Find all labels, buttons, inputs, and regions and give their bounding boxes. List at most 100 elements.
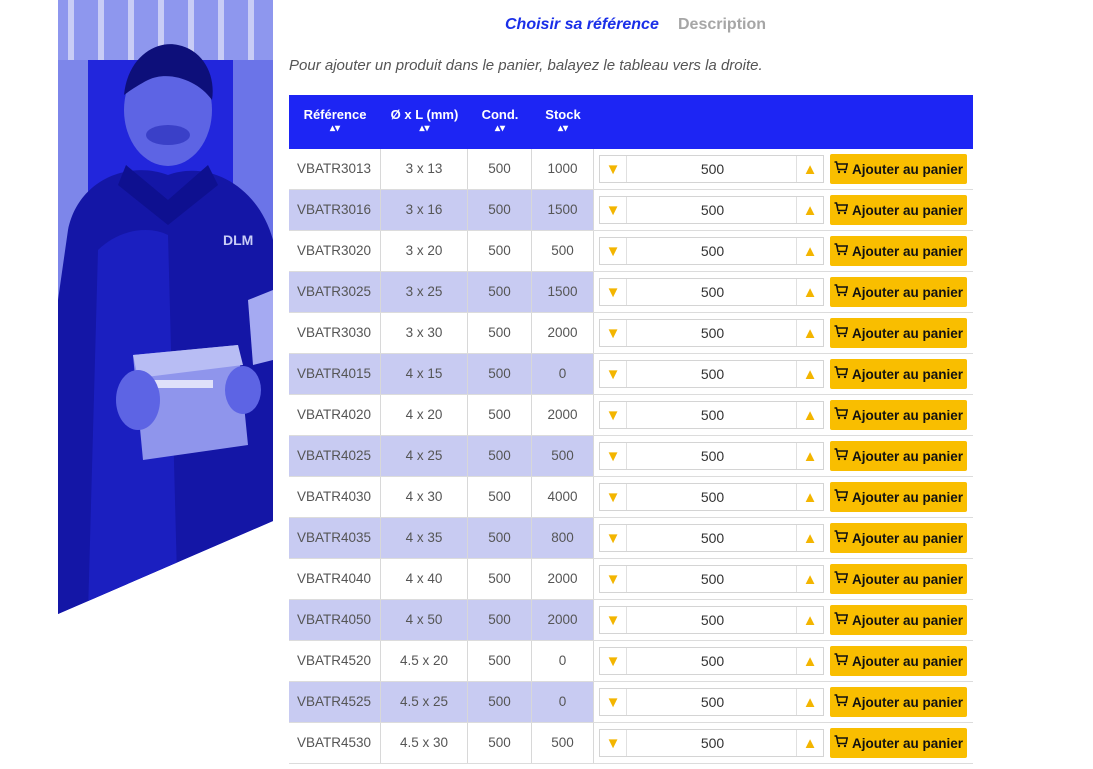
quantity-input[interactable] — [627, 730, 798, 756]
cell-actions: ▼▲Ajouter au panier — [594, 149, 973, 189]
quantity-stepper: ▼▲ — [599, 524, 824, 552]
quantity-input[interactable] — [627, 689, 798, 715]
add-to-cart-button[interactable]: Ajouter au panier — [830, 564, 967, 594]
cell-reference: VBATR3025 — [289, 272, 381, 312]
cart-icon — [834, 202, 852, 218]
add-to-cart-button[interactable]: Ajouter au panier — [830, 687, 967, 717]
quantity-input[interactable] — [627, 320, 798, 346]
sort-icon[interactable]: ▴▾ — [468, 123, 532, 134]
header-reference-label: Référence — [303, 107, 367, 122]
quantity-input[interactable] — [627, 484, 798, 510]
add-to-cart-button[interactable]: Ajouter au panier — [830, 523, 967, 553]
decrement-button[interactable]: ▼ — [600, 156, 627, 182]
quantity-input[interactable] — [627, 525, 798, 551]
table-row: VBATR40404 x 405002000▼▲Ajouter au panie… — [289, 559, 973, 600]
table-row: VBATR40504 x 505002000▼▲Ajouter au panie… — [289, 600, 973, 641]
increment-button[interactable]: ▲ — [796, 361, 823, 387]
add-to-cart-button[interactable]: Ajouter au panier — [830, 154, 967, 184]
add-to-cart-label: Ajouter au panier — [851, 448, 964, 464]
quantity-input[interactable] — [627, 361, 798, 387]
cell-reference: VBATR3016 — [289, 190, 381, 230]
product-tabs: Choisir sa référence Description — [289, 16, 973, 40]
cart-icon — [834, 612, 852, 628]
increment-button[interactable]: ▲ — [796, 648, 823, 674]
cell-reference: VBATR4020 — [289, 395, 381, 435]
decrement-button[interactable]: ▼ — [600, 443, 627, 469]
decrement-button[interactable]: ▼ — [600, 361, 627, 387]
increment-button[interactable]: ▲ — [796, 197, 823, 223]
add-to-cart-button[interactable]: Ajouter au panier — [830, 359, 967, 389]
quantity-input[interactable] — [627, 648, 798, 674]
header-cond-label: Cond. — [481, 107, 519, 122]
increment-button[interactable]: ▲ — [796, 156, 823, 182]
tab-description[interactable]: Description — [678, 16, 766, 34]
header-stock-label: Stock — [545, 107, 581, 122]
cell-dimensions: 4 x 30 — [381, 477, 468, 517]
decrement-button[interactable]: ▼ — [600, 566, 627, 592]
cart-icon — [834, 366, 852, 382]
add-to-cart-button[interactable]: Ajouter au panier — [830, 482, 967, 512]
cell-stock: 2000 — [532, 395, 594, 435]
increment-button[interactable]: ▲ — [796, 689, 823, 715]
cart-icon — [834, 489, 852, 505]
cell-cond: 500 — [468, 190, 532, 230]
decrement-button[interactable]: ▼ — [600, 197, 627, 223]
add-to-cart-button[interactable]: Ajouter au panier — [830, 195, 967, 225]
cell-dimensions: 3 x 25 — [381, 272, 468, 312]
cell-reference: VBATR4035 — [289, 518, 381, 558]
tab-choose-reference[interactable]: Choisir sa référence — [505, 16, 659, 34]
quantity-input[interactable] — [627, 566, 798, 592]
cell-dimensions: 4.5 x 30 — [381, 723, 468, 763]
add-to-cart-button[interactable]: Ajouter au panier — [830, 728, 967, 758]
decrement-button[interactable]: ▼ — [600, 238, 627, 264]
add-to-cart-label: Ajouter au panier — [851, 489, 964, 505]
sort-icon[interactable]: ▴▾ — [289, 123, 381, 134]
quantity-input[interactable] — [627, 402, 798, 428]
cell-reference: VBATR3020 — [289, 231, 381, 271]
cell-cond: 500 — [468, 723, 532, 763]
decrement-button[interactable]: ▼ — [600, 525, 627, 551]
decrement-button[interactable]: ▼ — [600, 484, 627, 510]
quantity-stepper: ▼▲ — [599, 155, 824, 183]
increment-button[interactable]: ▲ — [796, 238, 823, 264]
cell-stock: 1000 — [532, 149, 594, 189]
sort-icon[interactable]: ▴▾ — [532, 123, 594, 134]
decrement-button[interactable]: ▼ — [600, 402, 627, 428]
increment-button[interactable]: ▲ — [796, 402, 823, 428]
increment-button[interactable]: ▲ — [796, 730, 823, 756]
cell-dimensions: 4 x 20 — [381, 395, 468, 435]
decrement-button[interactable]: ▼ — [600, 279, 627, 305]
increment-button[interactable]: ▲ — [796, 443, 823, 469]
add-to-cart-button[interactable]: Ajouter au panier — [830, 605, 967, 635]
quantity-input[interactable] — [627, 156, 798, 182]
add-to-cart-button[interactable]: Ajouter au panier — [830, 400, 967, 430]
add-to-cart-button[interactable]: Ajouter au panier — [830, 277, 967, 307]
quantity-input[interactable] — [627, 279, 798, 305]
increment-button[interactable]: ▲ — [796, 525, 823, 551]
quantity-input[interactable] — [627, 238, 798, 264]
add-to-cart-button[interactable]: Ajouter au panier — [830, 318, 967, 348]
increment-button[interactable]: ▲ — [796, 279, 823, 305]
cell-stock: 4000 — [532, 477, 594, 517]
decrement-button[interactable]: ▼ — [600, 689, 627, 715]
increment-button[interactable]: ▲ — [796, 566, 823, 592]
sort-icon[interactable]: ▴▾ — [381, 123, 468, 134]
add-to-cart-button[interactable]: Ajouter au panier — [830, 646, 967, 676]
quantity-input[interactable] — [627, 197, 798, 223]
add-to-cart-button[interactable]: Ajouter au panier — [830, 236, 967, 266]
quantity-input[interactable] — [627, 443, 798, 469]
decrement-button[interactable]: ▼ — [600, 730, 627, 756]
cell-stock: 2000 — [532, 600, 594, 640]
cell-dimensions: 3 x 30 — [381, 313, 468, 353]
decrement-button[interactable]: ▼ — [600, 320, 627, 346]
quantity-stepper: ▼▲ — [599, 401, 824, 429]
header-dimensions: Ø x L (mm) ▴▾ — [381, 95, 468, 149]
quantity-input[interactable] — [627, 607, 798, 633]
decrement-button[interactable]: ▼ — [600, 607, 627, 633]
increment-button[interactable]: ▲ — [796, 484, 823, 510]
increment-button[interactable]: ▲ — [796, 607, 823, 633]
increment-button[interactable]: ▲ — [796, 320, 823, 346]
decrement-button[interactable]: ▼ — [600, 648, 627, 674]
cell-cond: 500 — [468, 477, 532, 517]
add-to-cart-button[interactable]: Ajouter au panier — [830, 441, 967, 471]
